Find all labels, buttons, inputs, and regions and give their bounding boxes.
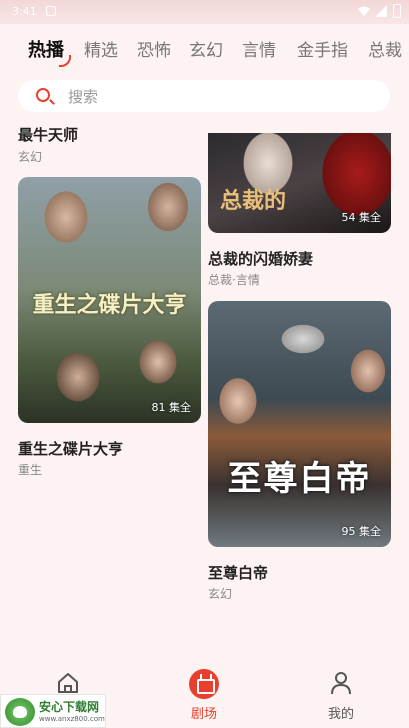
nav-profile[interactable]: 我的 xyxy=(273,660,409,728)
status-bar: 3:41 xyxy=(0,0,409,24)
poster-image[interactable]: 重生之碟片大亨 81 集全 xyxy=(18,177,201,423)
watermark-url: www.anxz800.com xyxy=(39,715,105,723)
card-title[interactable]: 至尊白帝 xyxy=(208,562,268,583)
episode-count: 81 集全 xyxy=(151,401,192,414)
search-placeholder: 搜索 xyxy=(68,88,99,106)
poster-title-art: 重生之碟片大亨 xyxy=(32,292,187,318)
wifi-icon xyxy=(358,6,370,16)
theater-icon xyxy=(189,669,219,699)
site-watermark: 安心下载网 www.anxz800.com xyxy=(0,694,106,728)
battery-icon xyxy=(393,4,401,18)
signal-icon xyxy=(375,5,387,17)
drama-feed: 最牛天师 玄幻 总裁的 54 集全 总裁的闪婚娇妻 总裁·言情 重生之碟片大亨 … xyxy=(0,118,409,660)
card-tags: 玄幻 xyxy=(208,587,233,601)
card-tags: 总裁·言情 xyxy=(208,273,260,287)
notification-icon xyxy=(46,6,56,16)
tab-golden-finger[interactable]: 金手指 xyxy=(297,36,348,61)
status-time: 3:41 xyxy=(12,5,37,18)
home-icon xyxy=(58,673,78,693)
card-title[interactable]: 总裁的闪婚娇妻 xyxy=(208,248,313,269)
nav-theater-label: 剧场 xyxy=(190,707,217,722)
watermark-logo-icon xyxy=(5,698,35,726)
watermark-name: 安心下载网 xyxy=(39,700,100,714)
card-tags: 玄幻 xyxy=(18,150,43,164)
tab-ceo[interactable]: 总裁 xyxy=(368,36,402,61)
tab-featured[interactable]: 精选 xyxy=(84,36,118,61)
poster-title-art: 至尊白帝 xyxy=(227,459,372,499)
nav-theater[interactable]: 剧场 xyxy=(136,660,272,728)
episode-count: 95 集全 xyxy=(341,525,382,538)
card-tags: 重生 xyxy=(18,463,43,477)
tab-romance[interactable]: 言情 xyxy=(242,36,276,61)
nav-profile-label: 我的 xyxy=(327,707,354,722)
card-title[interactable]: 重生之碟片大亨 xyxy=(18,438,123,459)
episode-count: 54 集全 xyxy=(341,211,382,224)
active-tab-indicator xyxy=(59,55,71,67)
tab-horror[interactable]: 恐怖 xyxy=(137,36,171,61)
tab-fantasy[interactable]: 玄幻 xyxy=(189,36,223,61)
card-title[interactable]: 最牛天师 xyxy=(18,124,78,145)
search-icon xyxy=(36,88,50,102)
search-bar[interactable]: 搜索 xyxy=(18,80,390,112)
poster-image[interactable]: 至尊白帝 95 集全 xyxy=(208,301,391,547)
user-icon xyxy=(331,672,351,695)
poster-image[interactable]: 总裁的 54 集全 xyxy=(208,133,391,233)
